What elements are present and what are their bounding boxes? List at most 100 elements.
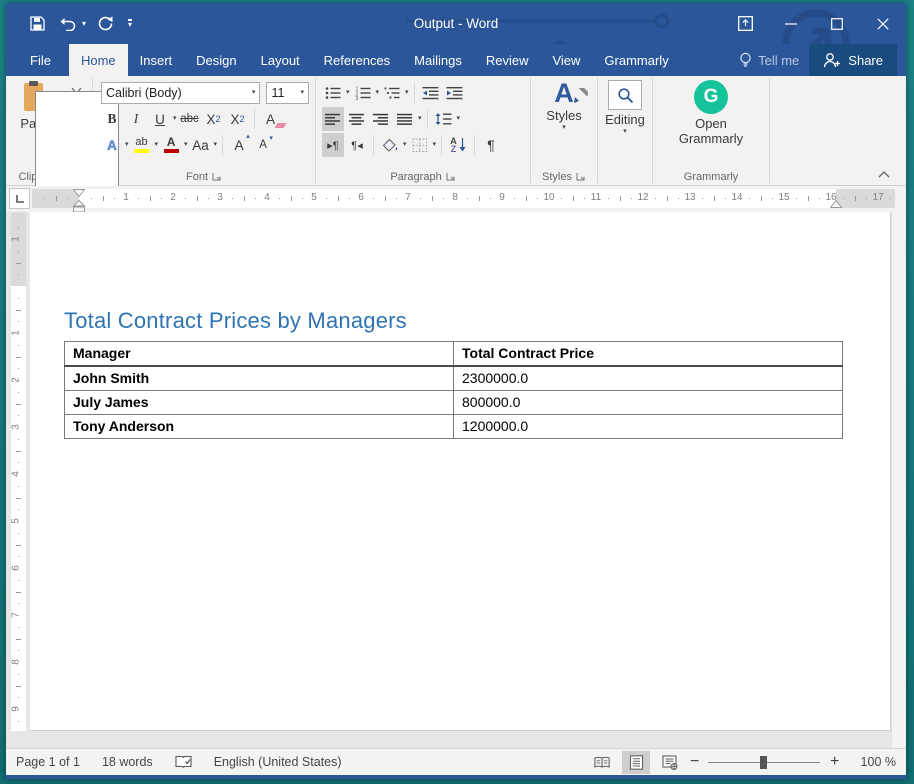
document-page[interactable]: Total Contract Prices by Managers Manage…: [30, 212, 891, 731]
zoom-slider[interactable]: [708, 751, 820, 774]
font-group-label[interactable]: Font: [93, 168, 315, 185]
web-layout-button[interactable]: [656, 751, 684, 774]
align-right-button[interactable]: [370, 107, 392, 131]
underline-dropdown-caret[interactable]: ▾: [173, 116, 177, 122]
tab-file[interactable]: File: [12, 44, 69, 76]
increase-indent-button[interactable]: [444, 81, 466, 105]
ltr-direction-button[interactable]: ▸¶: [322, 133, 344, 157]
right-indent-marker[interactable]: [830, 200, 842, 208]
column-header-price[interactable]: Total Contract Price: [454, 342, 843, 367]
bullet-list-icon: [325, 86, 341, 100]
justify-button[interactable]: [394, 107, 416, 131]
manager-cell[interactable]: John Smith: [65, 366, 454, 391]
horizontal-ruler[interactable]: 1234567891011121314151617: [32, 189, 895, 208]
font-color-button[interactable]: A: [160, 133, 182, 157]
align-center-button[interactable]: [346, 107, 368, 131]
tab-home[interactable]: Home: [69, 44, 128, 76]
tab-mailings[interactable]: Mailings: [402, 44, 474, 76]
align-left-button[interactable]: [322, 107, 344, 131]
line-spacing-caret[interactable]: ▾: [457, 116, 461, 122]
price-cell[interactable]: 2300000.0: [454, 366, 843, 391]
paste-button[interactable]: Paste ▾: [14, 79, 60, 168]
bullets-button[interactable]: [322, 81, 344, 105]
paragraph-group-label[interactable]: Paragraph: [316, 168, 530, 185]
sort-button[interactable]: AZ: [447, 133, 469, 157]
manager-cell[interactable]: Tony Anderson: [65, 415, 454, 439]
grow-font-button[interactable]: A▴: [228, 133, 250, 157]
borders-button[interactable]: [409, 133, 431, 157]
borders-caret[interactable]: ▾: [433, 142, 437, 148]
read-mode-button[interactable]: [588, 751, 616, 774]
ribbon-display-options-button[interactable]: [722, 3, 768, 44]
justify-caret[interactable]: ▾: [418, 116, 422, 122]
tab-layout[interactable]: Layout: [249, 44, 312, 76]
paste-clipboard-icon: [24, 81, 50, 113]
superscript-button[interactable]: X2: [227, 107, 249, 131]
zoom-slider-thumb[interactable]: [760, 756, 767, 769]
price-cell[interactable]: 800000.0: [454, 391, 843, 415]
change-case-caret[interactable]: ▾: [214, 142, 218, 148]
first-line-indent-marker[interactable]: [73, 189, 85, 197]
tab-references[interactable]: References: [312, 44, 402, 76]
font-name-combo[interactable]: Calibri (Body)▾: [101, 82, 260, 104]
word-count[interactable]: 18 words: [102, 755, 153, 769]
shading-button[interactable]: [379, 133, 401, 157]
rtl-direction-button[interactable]: ¶◂: [346, 133, 368, 157]
show-paragraph-marks-button[interactable]: ¶: [480, 133, 502, 157]
proofing-status[interactable]: [175, 755, 192, 769]
italic-button[interactable]: I: [125, 107, 147, 131]
text-effects-caret[interactable]: ▾: [125, 142, 129, 148]
font-color-caret[interactable]: ▾: [184, 142, 188, 148]
collapse-ribbon-button[interactable]: [872, 170, 896, 179]
scrollbar-gutter[interactable]: [891, 212, 906, 748]
column-header-manager[interactable]: Manager: [65, 342, 454, 367]
editing-button[interactable]: Editing ▾: [598, 76, 652, 168]
price-cell[interactable]: 1200000.0: [454, 415, 843, 439]
zoom-level[interactable]: 100 %: [850, 755, 896, 769]
zoom-out-button[interactable]: −: [684, 752, 704, 772]
manager-cell[interactable]: July James: [65, 391, 454, 415]
text-effects-button[interactable]: A: [101, 133, 123, 157]
highlight-button[interactable]: ab: [131, 133, 153, 157]
multilevel-caret[interactable]: ▾: [405, 90, 409, 96]
numbering-caret[interactable]: ▾: [376, 90, 380, 96]
clear-formatting-button[interactable]: A: [260, 107, 282, 131]
maximize-button[interactable]: [814, 3, 860, 44]
zoom-in-button[interactable]: +: [824, 752, 844, 772]
decrease-indent-button[interactable]: [420, 81, 442, 105]
vertical-ruler[interactable]: 1123456789: [6, 212, 30, 748]
multilevel-list-button[interactable]: [381, 81, 403, 105]
close-button[interactable]: [860, 3, 906, 44]
tab-grammarly[interactable]: Grammarly: [592, 44, 680, 76]
tell-me-label: Tell me: [758, 53, 799, 68]
align-right-icon: [373, 113, 389, 126]
underline-button[interactable]: U: [149, 107, 171, 131]
page-indicator[interactable]: Page 1 of 1: [16, 755, 80, 769]
minimize-button[interactable]: [768, 3, 814, 44]
styles-button[interactable]: A Styles ▾: [531, 76, 597, 168]
language-indicator[interactable]: English (United States): [214, 755, 342, 769]
subscript-button[interactable]: X2: [203, 107, 225, 131]
ribbon-tab-row: File Home Insert Design Layout Reference…: [6, 44, 906, 76]
tab-review[interactable]: Review: [474, 44, 541, 76]
tab-selector[interactable]: [9, 188, 30, 209]
find-icon: [608, 80, 642, 110]
tab-view[interactable]: View: [540, 44, 592, 76]
bold-button[interactable]: B: [101, 107, 123, 131]
share-button[interactable]: Share: [809, 44, 897, 76]
bullets-caret[interactable]: ▾: [346, 90, 350, 96]
highlight-caret[interactable]: ▾: [155, 142, 159, 148]
tab-design[interactable]: Design: [184, 44, 248, 76]
tab-insert[interactable]: Insert: [128, 44, 185, 76]
styles-group-label[interactable]: Styles: [531, 168, 597, 185]
tell-me-box[interactable]: Tell me: [729, 44, 809, 76]
shading-caret[interactable]: ▾: [403, 142, 407, 148]
change-case-button[interactable]: Aa: [190, 133, 212, 157]
numbering-button[interactable]: 123: [352, 81, 374, 105]
open-grammarly-button[interactable]: G OpenGrammarly: [653, 76, 769, 168]
strikethrough-button[interactable]: abc: [179, 107, 201, 131]
font-size-combo[interactable]: 11▾: [266, 82, 309, 104]
print-layout-button[interactable]: [622, 751, 650, 774]
shrink-font-button[interactable]: A▾: [252, 133, 274, 157]
line-spacing-button[interactable]: [433, 107, 455, 131]
